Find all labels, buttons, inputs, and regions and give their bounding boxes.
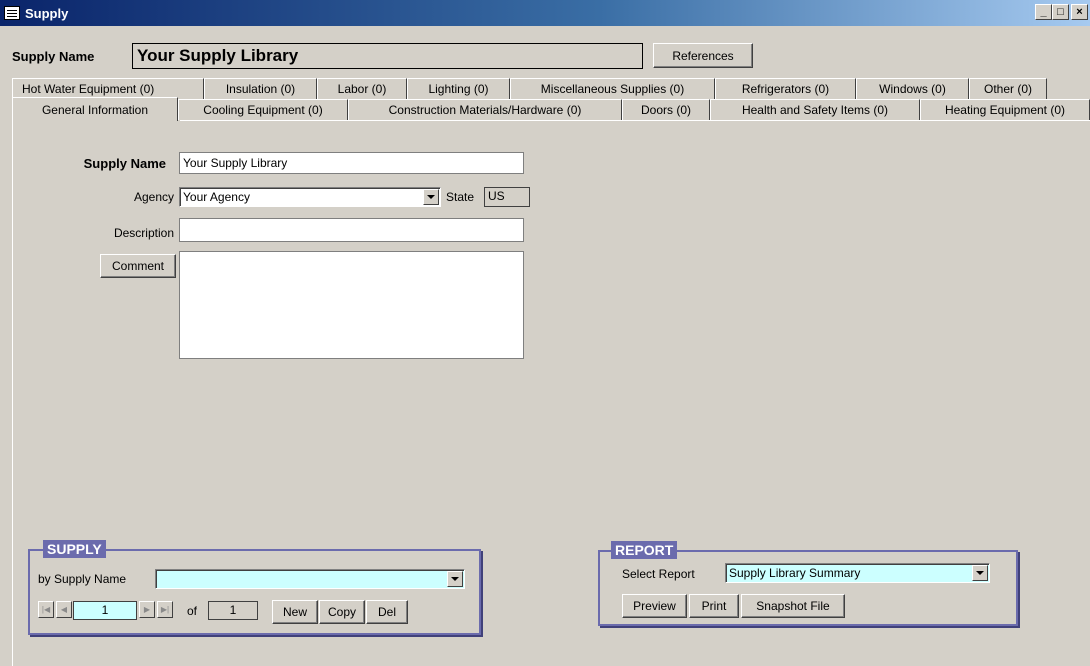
- copy-button[interactable]: Copy: [319, 600, 365, 624]
- supply-name-field[interactable]: Your Supply Library: [179, 152, 524, 174]
- tab-refrigerators[interactable]: Refrigerators (0): [715, 78, 856, 99]
- last-record-icon[interactable]: ▶|: [157, 601, 173, 618]
- agency-dropdown[interactable]: Your Agency: [179, 187, 441, 207]
- description-label: Description: [113, 226, 174, 240]
- tab-pane-border: [180, 120, 1090, 121]
- window-titlebar: Supply _ □ ×: [0, 0, 1090, 26]
- new-button[interactable]: New: [272, 600, 318, 624]
- delete-button[interactable]: Del: [366, 600, 408, 624]
- description-field[interactable]: [179, 218, 524, 242]
- tab-insulation[interactable]: Insulation (0): [204, 78, 317, 99]
- state-label: State: [446, 190, 475, 204]
- preview-button[interactable]: Preview: [622, 594, 687, 618]
- state-field[interactable]: US: [484, 187, 530, 207]
- header-supply-name-value: Your Supply Library: [132, 43, 643, 69]
- snapshot-file-button[interactable]: Snapshot File: [741, 594, 845, 618]
- supply-group: [28, 549, 481, 635]
- tab-other[interactable]: Other (0): [969, 78, 1047, 99]
- tab-row-back: Hot Water Equipment (0) Insulation (0) L…: [12, 78, 1047, 99]
- supply-name-label: Supply Name: [83, 156, 166, 171]
- supply-name-search-dropdown[interactable]: [155, 569, 465, 589]
- tab-row-front: General Information Cooling Equipment (0…: [12, 97, 1090, 121]
- comment-field[interactable]: [179, 251, 524, 359]
- header-supply-name-label: Supply Name: [12, 49, 95, 64]
- chevron-down-icon[interactable]: [447, 571, 463, 587]
- tab-labor[interactable]: Labor (0): [317, 78, 407, 99]
- by-supply-name-label: by Supply Name: [38, 572, 127, 586]
- supply-group-title: SUPPLY: [43, 540, 106, 558]
- next-record-icon[interactable]: ▶: [139, 601, 155, 618]
- tab-pane-border-left: [12, 120, 13, 666]
- minimize-button[interactable]: _: [1035, 4, 1052, 20]
- close-button[interactable]: ×: [1071, 4, 1088, 20]
- report-group-title: REPORT: [611, 541, 678, 559]
- tab-lighting[interactable]: Lighting (0): [407, 78, 510, 99]
- previous-record-icon[interactable]: ◀: [56, 601, 72, 618]
- tab-construction-materials[interactable]: Construction Materials/Hardware (0): [348, 99, 622, 120]
- window-title: Supply: [25, 5, 69, 21]
- tab-health-and-safety-items[interactable]: Health and Safety Items (0): [710, 99, 920, 120]
- select-report-dropdown[interactable]: Supply Library Summary: [725, 563, 990, 583]
- tab-windows[interactable]: Windows (0): [856, 78, 969, 99]
- window-controls: _ □ ×: [1035, 4, 1088, 20]
- references-button[interactable]: References: [653, 43, 753, 68]
- tab-hot-water-equipment[interactable]: Hot Water Equipment (0): [12, 78, 204, 99]
- tab-general-information[interactable]: General Information: [12, 97, 178, 121]
- first-record-icon[interactable]: |◀: [38, 601, 54, 618]
- select-report-value: Supply Library Summary: [729, 566, 861, 580]
- form-icon: [4, 6, 20, 20]
- tab-doors[interactable]: Doors (0): [622, 99, 710, 120]
- agency-value: Your Agency: [183, 190, 250, 204]
- total-records-field: 1: [208, 601, 258, 620]
- tab-cooling-equipment[interactable]: Cooling Equipment (0): [178, 99, 348, 120]
- tab-miscellaneous-supplies[interactable]: Miscellaneous Supplies (0): [510, 78, 715, 99]
- tab-heating-equipment[interactable]: Heating Equipment (0): [920, 99, 1090, 120]
- select-report-label: Select Report: [622, 567, 695, 581]
- of-label: of: [187, 604, 198, 618]
- maximize-button[interactable]: □: [1052, 4, 1069, 20]
- print-button[interactable]: Print: [689, 594, 739, 618]
- chevron-down-icon[interactable]: [972, 565, 988, 581]
- current-record-field[interactable]: 1: [73, 601, 137, 620]
- chevron-down-icon[interactable]: [423, 189, 439, 205]
- agency-label: Agency: [133, 190, 174, 204]
- comment-button[interactable]: Comment: [100, 254, 176, 278]
